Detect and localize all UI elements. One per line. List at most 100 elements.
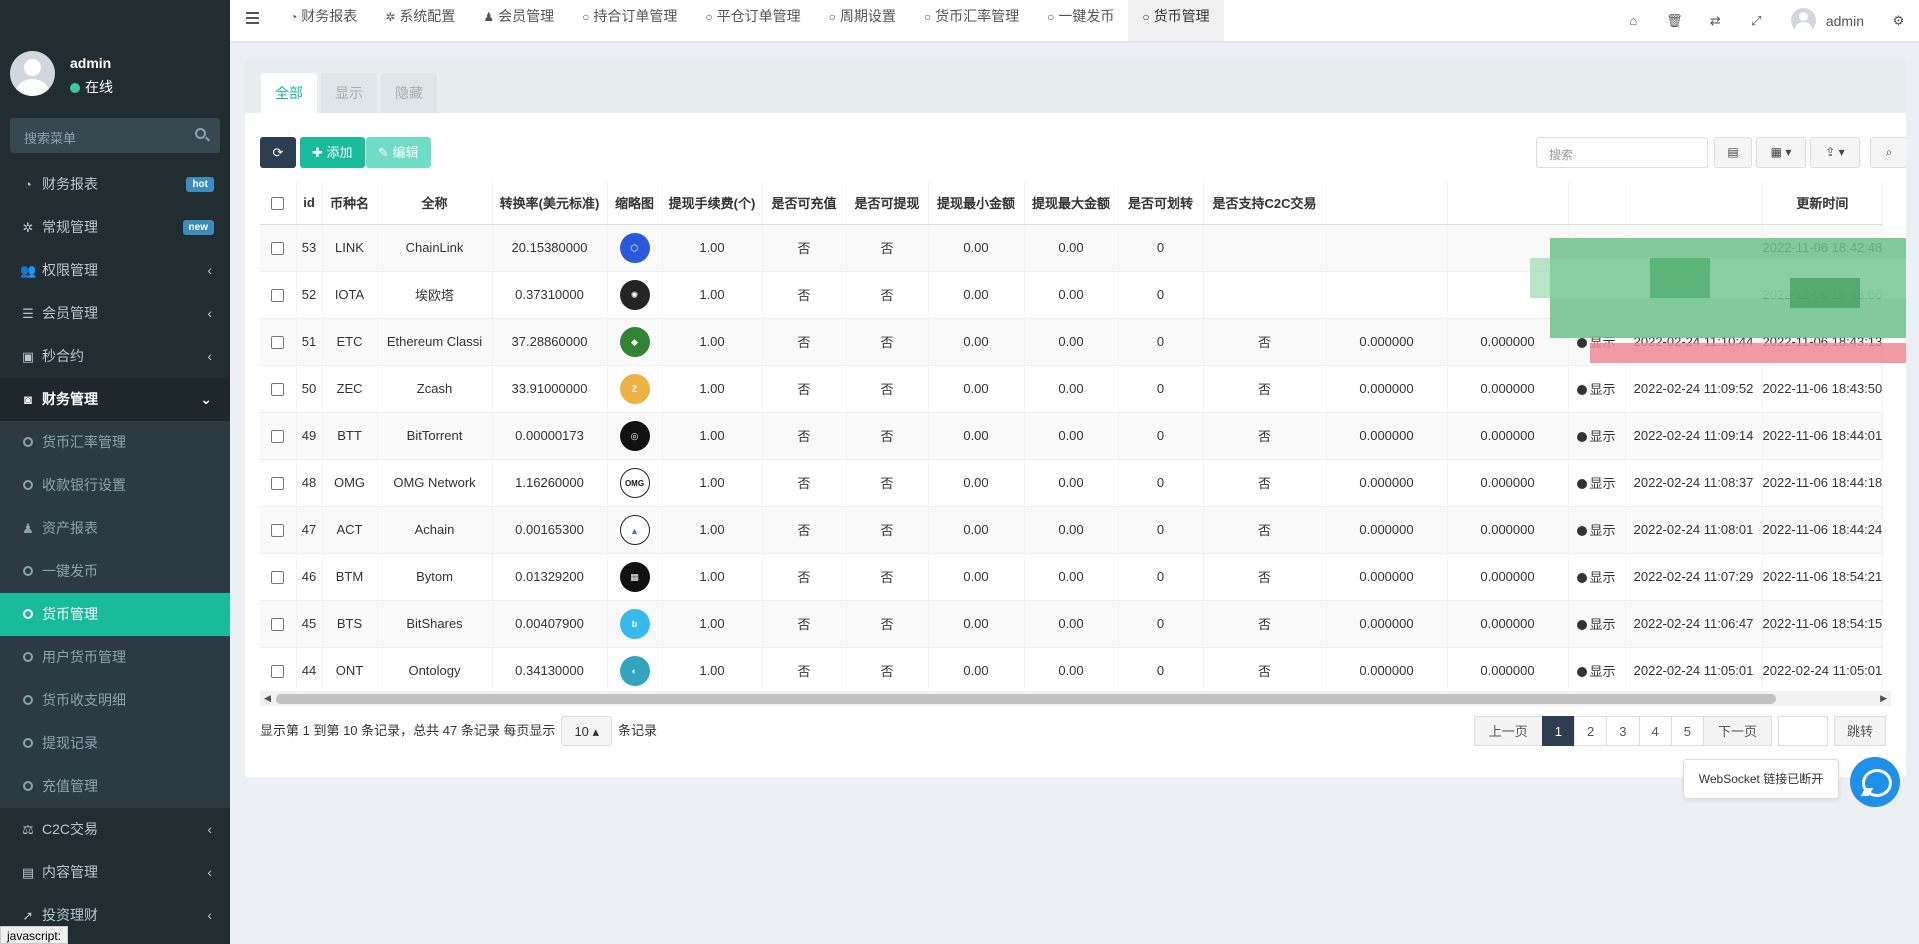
scrollbar-thumb[interactable] bbox=[276, 694, 1776, 704]
table-row[interactable]: 48 OMG OMG Network 1.16260000 OMG 1.00 否否 0.00 0… bbox=[260, 459, 1884, 507]
cell-value: 48 bbox=[301, 475, 317, 490]
sidebar-bottom-item-0[interactable]: ⚖ C2C交易 ‹ bbox=[0, 808, 230, 851]
submenu-item-3[interactable]: 一键发币 bbox=[0, 550, 230, 593]
row-checkbox[interactable] bbox=[271, 383, 285, 397]
row-checkbox[interactable] bbox=[271, 618, 285, 632]
row-checkbox[interactable] bbox=[271, 289, 285, 303]
user-menu[interactable]: admin bbox=[1777, 8, 1878, 33]
fullscreen-icon[interactable]: ⤢ bbox=[1736, 13, 1777, 29]
search-icon[interactable] bbox=[195, 128, 206, 139]
table-row[interactable]: 49 BTT BitTorrent 0.00000173 ◎ 1.00 否 否 0.00 0.00… bbox=[260, 412, 1884, 460]
submenu-item-5[interactable]: 用户货币管理 bbox=[0, 636, 230, 679]
row-checkbox[interactable] bbox=[271, 571, 285, 585]
page-button[interactable]: 1 bbox=[1541, 716, 1576, 746]
page-button[interactable]: 4 bbox=[1638, 716, 1672, 746]
add-button[interactable]: ✚ 添加 bbox=[300, 137, 365, 168]
tab-hidden[interactable]: 隐藏 bbox=[381, 73, 437, 113]
next-page-button[interactable]: 下一页 bbox=[1702, 716, 1772, 746]
submenu-item-1[interactable]: 收款银行设置 bbox=[0, 464, 230, 507]
tab-all[interactable]: 全部 bbox=[261, 73, 317, 113]
top-tab-1[interactable]: ✲ 系统配置 bbox=[371, 0, 469, 41]
columns-button[interactable]: ▦ ▾ bbox=[1756, 137, 1806, 168]
row-checkbox[interactable] bbox=[271, 524, 285, 538]
translate-icon[interactable]: ⇄ bbox=[1695, 13, 1736, 29]
gear-icon[interactable]: ⚙ bbox=[1878, 13, 1919, 29]
submenu-item-2[interactable]: ♟ 资产报表 bbox=[0, 507, 230, 550]
top-tab-7[interactable]: ○ 一键发币 bbox=[1033, 0, 1128, 41]
browser-status-bar: javascript: bbox=[0, 926, 69, 944]
chat-bubble-icon[interactable] bbox=[1850, 757, 1900, 807]
toggle-view-button[interactable]: ▤ bbox=[1714, 137, 1752, 168]
page-button[interactable]: 3 bbox=[1606, 716, 1640, 746]
column-header[interactable]: 提现手续费(个) bbox=[662, 182, 763, 225]
column-header[interactable]: 是否支持C2C交易 bbox=[1203, 182, 1327, 225]
column-header[interactable]: 转换率(美元标准) bbox=[492, 182, 608, 225]
column-header[interactable]: 全称 bbox=[377, 182, 493, 225]
sidebar-item-0[interactable]: ◔ 财务报表 hot bbox=[0, 163, 230, 206]
home-icon[interactable]: ⌂ bbox=[1613, 13, 1654, 28]
row-checkbox[interactable] bbox=[271, 665, 285, 679]
sidebar-item-2[interactable]: 👥 权限管理 ‹ bbox=[0, 249, 230, 292]
submenu-item-8[interactable]: 充值管理 bbox=[0, 765, 230, 808]
column-header[interactable]: 提现最小金额 bbox=[928, 182, 1025, 225]
top-tab-2[interactable]: ♟ 会员管理 bbox=[469, 0, 568, 41]
sidebar-item-5[interactable]: ◙ 财务管理 ⌄ bbox=[0, 378, 230, 421]
submenu-item-4[interactable]: 货币管理 bbox=[0, 593, 230, 636]
sidebar-bottom-item-1[interactable]: ▤ 内容管理 ‹ bbox=[0, 851, 230, 894]
column-header[interactable]: 是否可充值 bbox=[762, 182, 847, 225]
cell-value: 显示 bbox=[1589, 476, 1616, 491]
advanced-search-button[interactable]: ⌕ bbox=[1870, 137, 1906, 168]
row-checkbox[interactable] bbox=[271, 430, 285, 444]
table-row[interactable]: 50 ZEC Zcash 33.91000000 Z 1.00 否 否 0.00 0.00 0 否 0.… bbox=[260, 365, 1884, 413]
submenu-item-6[interactable]: 货币收支明细 bbox=[0, 679, 230, 722]
column-header[interactable]: 缩略图 bbox=[607, 182, 663, 225]
scroll-left-icon[interactable]: ◀ bbox=[264, 693, 271, 704]
top-tab-0[interactable]: ◔ 财务报表 bbox=[276, 0, 371, 41]
row-checkbox[interactable] bbox=[271, 242, 285, 256]
page-jump-button[interactable]: 跳转 bbox=[1833, 716, 1886, 746]
sidebar-item-4[interactable]: ▣ 秒合约 ‹ bbox=[0, 335, 230, 378]
table-row[interactable]: 46 BTM Bytom 0.01329200 ▦ 1.00 否 否 0.00 0.00 0 否 0.0… bbox=[260, 553, 1884, 601]
horizontal-scrollbar[interactable]: ◀ ▶ bbox=[260, 691, 1891, 706]
top-tab-6[interactable]: ○ 货币汇率管理 bbox=[910, 0, 1033, 41]
top-tab-5[interactable]: ○ 周期设置 bbox=[815, 0, 910, 41]
sidebar-item-3[interactable]: ☰ 会员管理 ‹ bbox=[0, 292, 230, 335]
table-search-input[interactable]: 搜索 bbox=[1536, 137, 1708, 168]
column-header[interactable]: 币种名 bbox=[322, 182, 378, 225]
top-tab-4[interactable]: ○ 平仓订单管理 bbox=[691, 0, 814, 41]
refresh-button[interactable]: ⟳ bbox=[260, 137, 296, 168]
column-header[interactable]: id bbox=[296, 182, 323, 225]
table-row[interactable]: 47 ACT Achain 0.00165300 ▲ 1.00 否 否 0.00 0.00 0 否 0.… bbox=[260, 506, 1884, 554]
page-jump-input[interactable] bbox=[1777, 716, 1828, 746]
page-button[interactable]: 5 bbox=[1670, 716, 1704, 746]
table-row[interactable]: 44 ONT Ontology 0.34130000 ◐ 1.00 否 否 0.00 0.00 0 否… bbox=[260, 647, 1884, 689]
menu-search-input[interactable]: 搜索菜单 bbox=[10, 118, 220, 153]
cell-value: Zcash bbox=[416, 381, 453, 396]
trash-icon[interactable]: 🗑 bbox=[1654, 13, 1695, 29]
column-header[interactable]: 是否可提现 bbox=[846, 182, 929, 225]
top-tab-3[interactable]: ○ 持合订单管理 bbox=[568, 0, 691, 41]
cell-value: 46 bbox=[301, 569, 317, 584]
page-button[interactable]: 2 bbox=[1574, 716, 1608, 746]
sidebar-toggle-icon[interactable] bbox=[246, 12, 259, 27]
scroll-right-icon[interactable]: ▶ bbox=[1880, 693, 1887, 704]
cell-fee: 1.00 bbox=[662, 318, 763, 366]
row-checkbox[interactable] bbox=[271, 477, 285, 491]
column-header[interactable]: 是否可划转 bbox=[1118, 182, 1204, 225]
submenu-item-7[interactable]: 提现记录 bbox=[0, 722, 230, 765]
sidebar-item-1[interactable]: ✲ 常规管理 new bbox=[0, 206, 230, 249]
cell-fee: 1.00 bbox=[662, 647, 763, 689]
row-checkbox[interactable] bbox=[271, 336, 285, 350]
select-all-checkbox[interactable] bbox=[271, 197, 285, 211]
edit-button[interactable]: ✎ 编辑 bbox=[366, 137, 431, 168]
table-row[interactable]: 45 BTS BitShares 0.00407900 b 1.00 否否 0.00 0.00 0… bbox=[260, 600, 1884, 648]
submenu-item-0[interactable]: 货币汇率管理 bbox=[0, 421, 230, 464]
column-header[interactable] bbox=[1326, 182, 1448, 225]
tab-visible[interactable]: 显示 bbox=[321, 73, 377, 113]
cell-fee: 1.00 bbox=[662, 365, 763, 413]
column-header[interactable]: 提现最大金额 bbox=[1024, 182, 1119, 225]
page-size-select[interactable]: 10 ▴ bbox=[561, 716, 613, 746]
export-button[interactable]: ⇪ ▾ bbox=[1810, 137, 1860, 168]
top-tab-8[interactable]: ○ 货币管理 bbox=[1128, 0, 1224, 41]
prev-page-button[interactable]: 上一页 bbox=[1473, 716, 1543, 746]
